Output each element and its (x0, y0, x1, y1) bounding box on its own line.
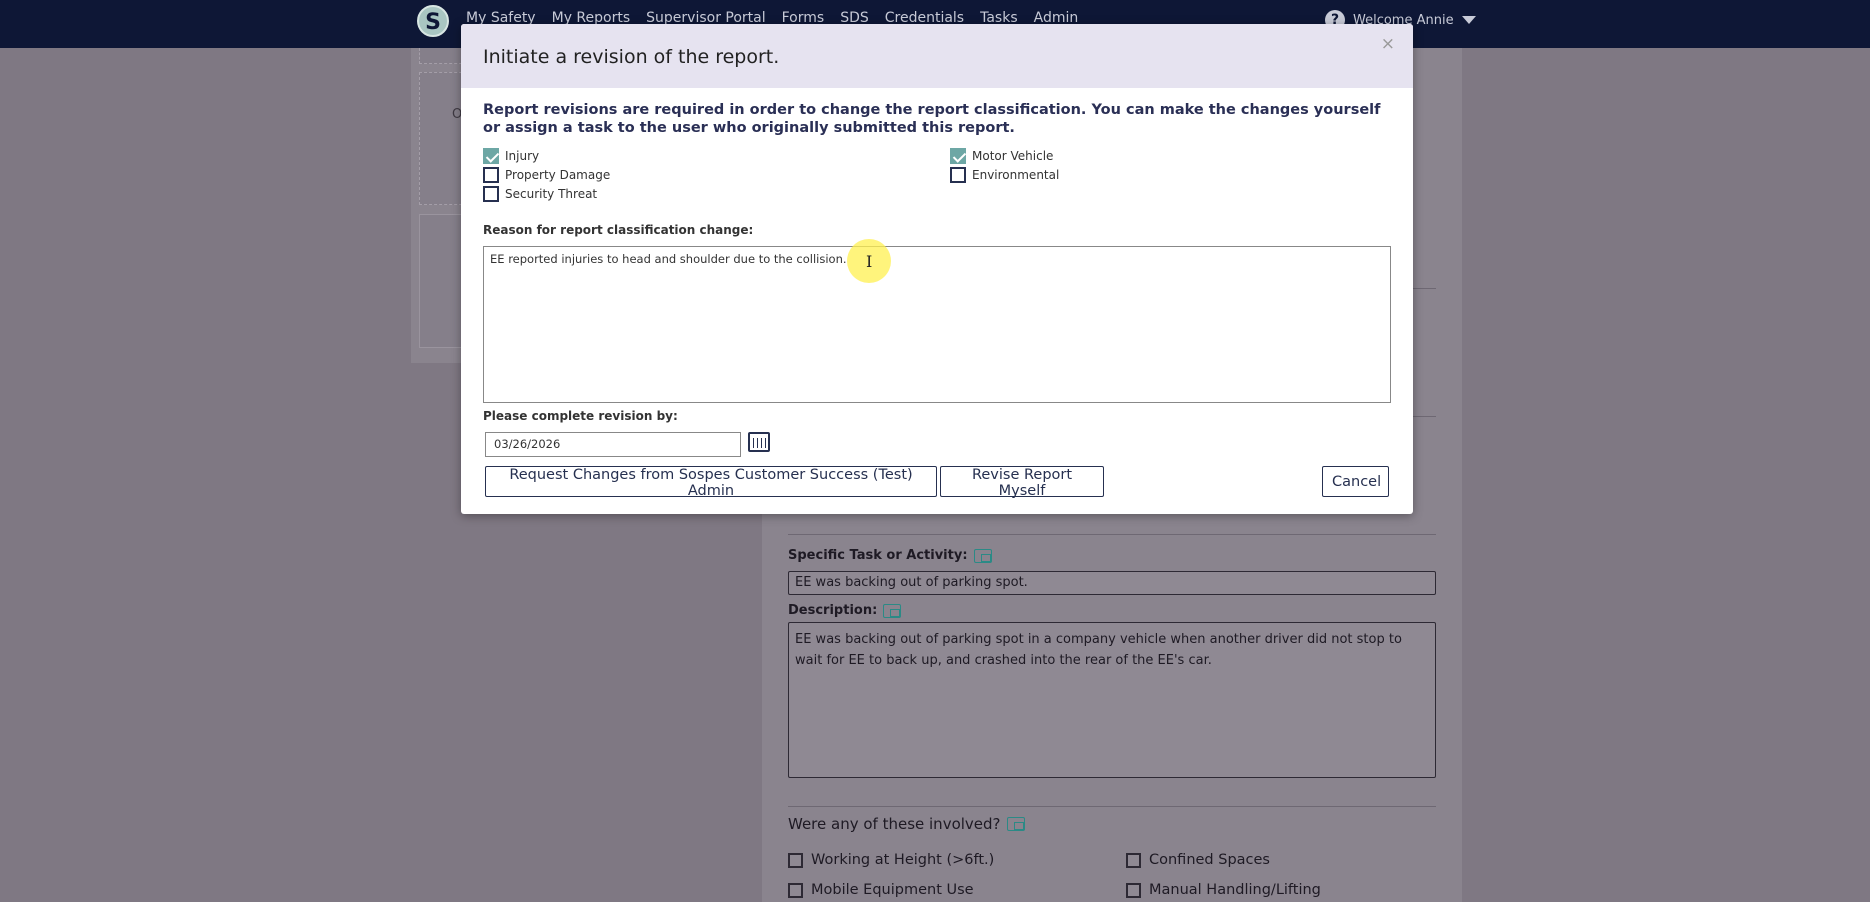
involved-option[interactable]: Mobile Equipment Use (788, 882, 974, 898)
classification-label: Injury (505, 149, 540, 163)
task-label: Specific Task or Activity: (788, 548, 968, 563)
translate-icon[interactable] (973, 548, 992, 563)
description-label-row: Description: (788, 603, 902, 618)
modal-intro-text: Report revisions are required in order t… (483, 102, 1381, 136)
checkbox[interactable] (788, 882, 803, 898)
classification-label: Security Threat (505, 187, 598, 201)
request-changes-button[interactable]: Request Changes from Sospes Customer Suc… (485, 466, 937, 499)
involved-option[interactable]: Manual Handling/Lifting (1126, 882, 1321, 898)
classification-property-damage[interactable]: Property Damage (483, 167, 610, 183)
divider (788, 534, 1436, 535)
checkbox[interactable] (950, 167, 966, 183)
translate-icon[interactable] (1006, 817, 1025, 831)
involved-heading: Were any of these involved? (788, 815, 1001, 833)
checkbox[interactable] (1126, 882, 1141, 898)
involved-option-label: Manual Handling/Lifting (1149, 882, 1321, 898)
revise-myself-button[interactable]: Revise Report Myself (940, 466, 1104, 499)
reason-textarea[interactable]: EE reported injuries to head and shoulde… (483, 246, 1391, 403)
chevron-down-icon[interactable] (1461, 16, 1476, 24)
translate-icon[interactable] (883, 603, 902, 618)
involved-option[interactable]: Working at Height (>6ft.) (788, 852, 994, 868)
calendar-icon[interactable] (748, 432, 770, 452)
divider (788, 806, 1436, 807)
task-label-row: Specific Task or Activity: (788, 548, 992, 563)
app-logo[interactable]: S (417, 5, 449, 37)
reason-label: Reason for report classification change: (483, 223, 754, 237)
involved-option-label: Mobile Equipment Use (811, 882, 974, 898)
close-icon[interactable]: × (1381, 34, 1395, 54)
classification-label: Property Damage (505, 168, 611, 182)
checkbox[interactable] (1126, 852, 1141, 868)
task-input[interactable]: EE was backing out of parking spot. (788, 571, 1436, 595)
cancel-button[interactable]: Cancel (1322, 466, 1389, 497)
classification-injury[interactable]: Injury (483, 148, 539, 164)
checkbox-checked[interactable] (950, 148, 966, 164)
description-textarea[interactable]: EE was backing out of parking spot in a … (788, 622, 1436, 778)
classification-security-threat[interactable]: Security Threat (483, 186, 597, 202)
involved-option-label: Working at Height (>6ft.) (811, 852, 995, 868)
classification-label: Environmental (972, 168, 1060, 182)
due-date-input[interactable]: 03/26/2026 (485, 432, 741, 457)
checkbox-checked[interactable] (483, 148, 499, 164)
description-label: Description: (788, 603, 878, 618)
revision-modal: Initiate a revision of the report. × Rep… (461, 24, 1413, 514)
checkbox[interactable] (788, 852, 803, 868)
involved-heading-row: Were any of these involved? (788, 815, 1025, 833)
text-cursor-icon: I (866, 252, 873, 271)
checkbox[interactable] (483, 186, 499, 202)
due-date-label: Please complete revision by: (483, 409, 678, 423)
modal-title: Initiate a revision of the report. (483, 46, 780, 68)
classification-label: Motor Vehicle (972, 149, 1054, 163)
checkbox[interactable] (483, 167, 499, 183)
involved-option-label: Confined Spaces (1149, 852, 1270, 868)
classification-motor-vehicle[interactable]: Motor Vehicle (950, 148, 1053, 164)
involved-option[interactable]: Confined Spaces (1126, 852, 1270, 868)
classification-environmental[interactable]: Environmental (950, 167, 1059, 183)
modal-header: Initiate a revision of the report. × (461, 24, 1413, 88)
